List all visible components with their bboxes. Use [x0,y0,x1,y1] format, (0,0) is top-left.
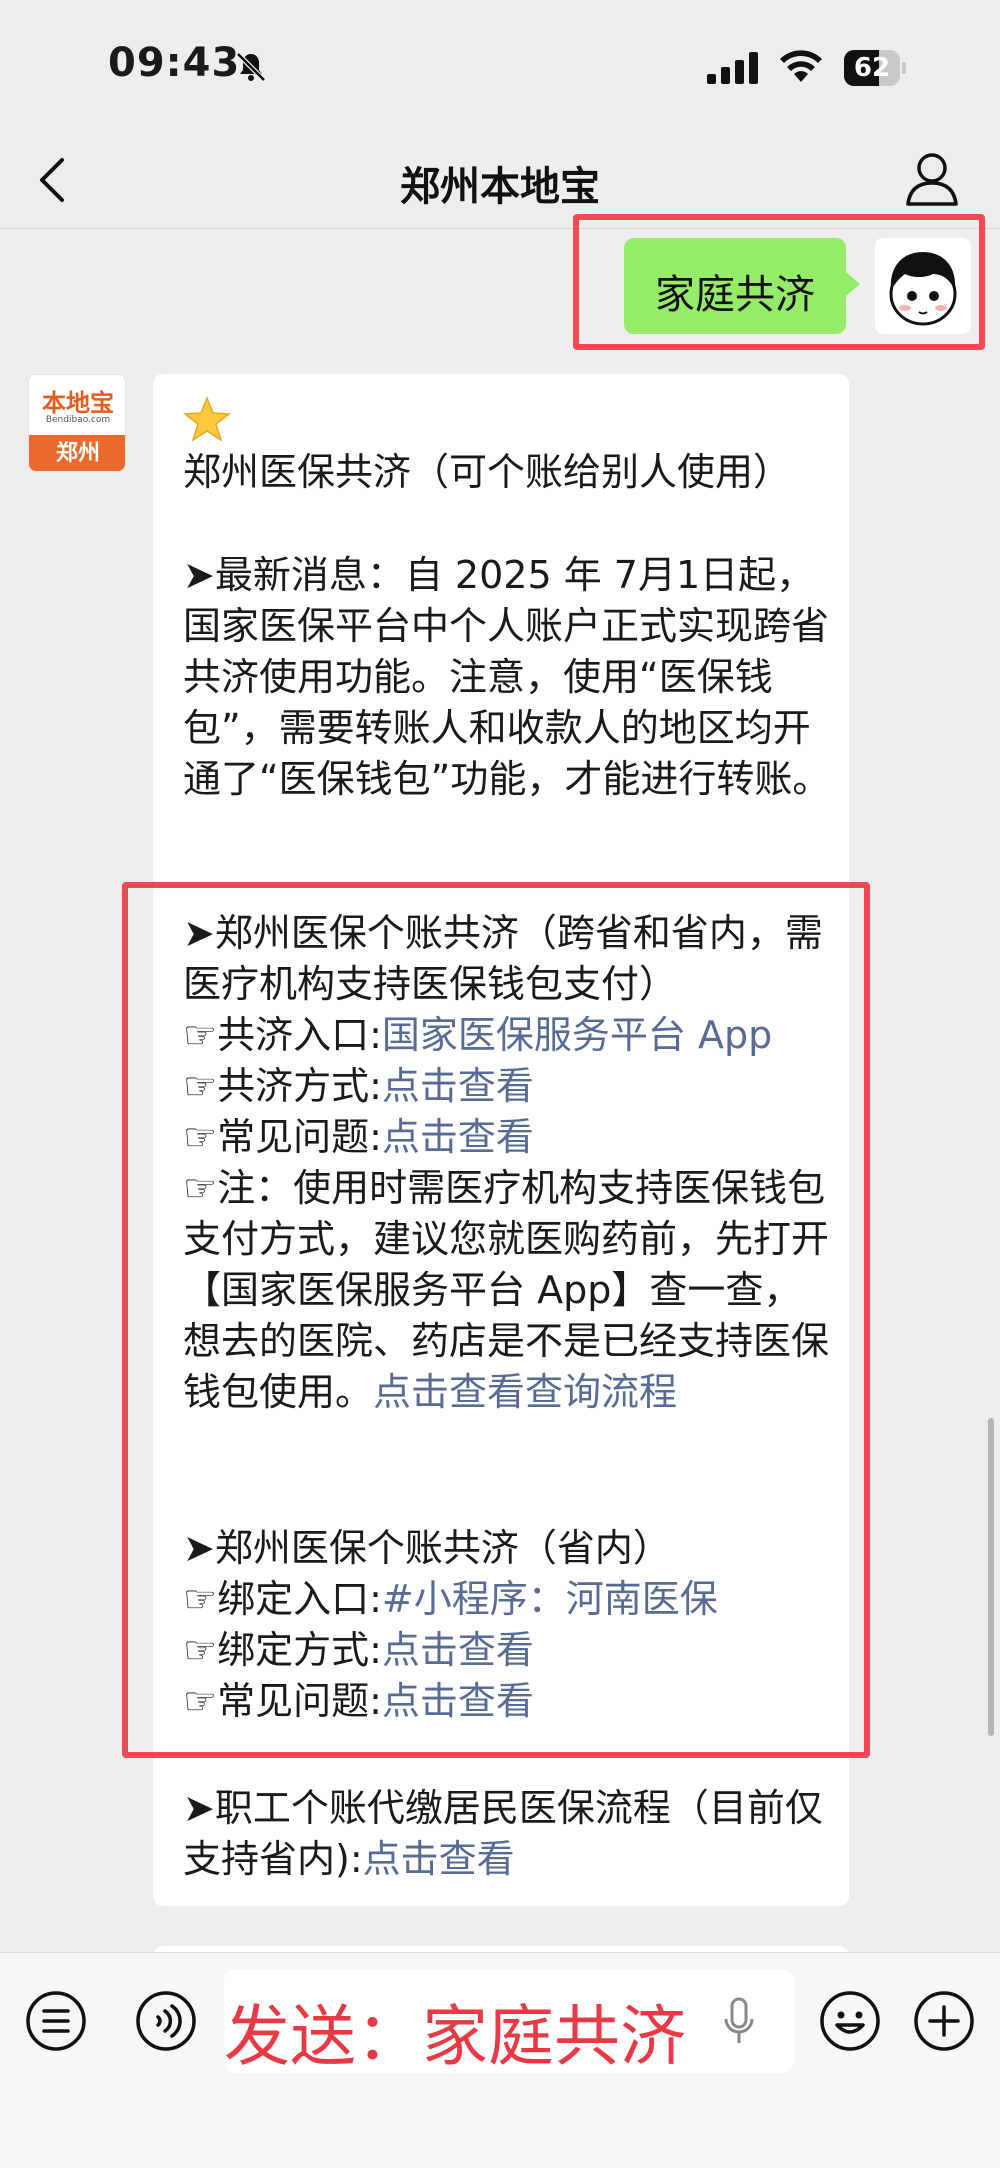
reply-title-line: 郑州医保共济（可个账给别人使用） [183,396,833,498]
section3: ➤职工个账代缴居民医保流程（目前仅支持省内):点击查看 [183,1783,833,1885]
voice-icon[interactable] [134,1989,198,2053]
message-input-text: 发送：家庭共济 [224,1998,686,2075]
highlight-box-sent [573,214,985,350]
brand-city: 郑州 [29,435,125,471]
mic-icon[interactable] [722,1997,756,2047]
brand-logo-text: 本地宝 [42,389,114,417]
plus-icon[interactable] [912,1989,976,2053]
scrollbar[interactable] [988,1418,994,1736]
page-title: 郑州本地宝 [400,164,600,210]
brand-url: Bendibao.com [45,415,111,425]
bendibao-avatar[interactable]: 本地宝 Bendibao.com 郑州 [28,374,126,472]
star-icon [183,396,231,442]
emoji-icon[interactable] [818,1989,882,2053]
bell-muted-icon [236,52,266,82]
list-icon[interactable] [24,1989,88,2053]
battery-indicator: 62 [844,50,906,86]
status-bar: 09:43 62 [0,0,1000,132]
status-time: 09:43 [108,40,241,86]
input-bar: 发送：家庭共济 [0,1952,1000,2168]
message-input[interactable]: 发送：家庭共济 [224,1969,794,2075]
battery-level-text: 62 [853,53,891,83]
wifi-icon [780,50,822,82]
highlight-box-reply [122,882,870,1758]
signal-icon [707,52,758,84]
reply-title: 郑州医保共济（可个账给别人使用） [183,450,792,494]
news-text: ➤最新消息：自 2025 年 7月1日起，国家医保平台中个人账户正式实现跨省共济… [183,553,831,801]
person-icon[interactable] [904,150,960,208]
s3-link[interactable]: 点击查看 [363,1837,515,1881]
